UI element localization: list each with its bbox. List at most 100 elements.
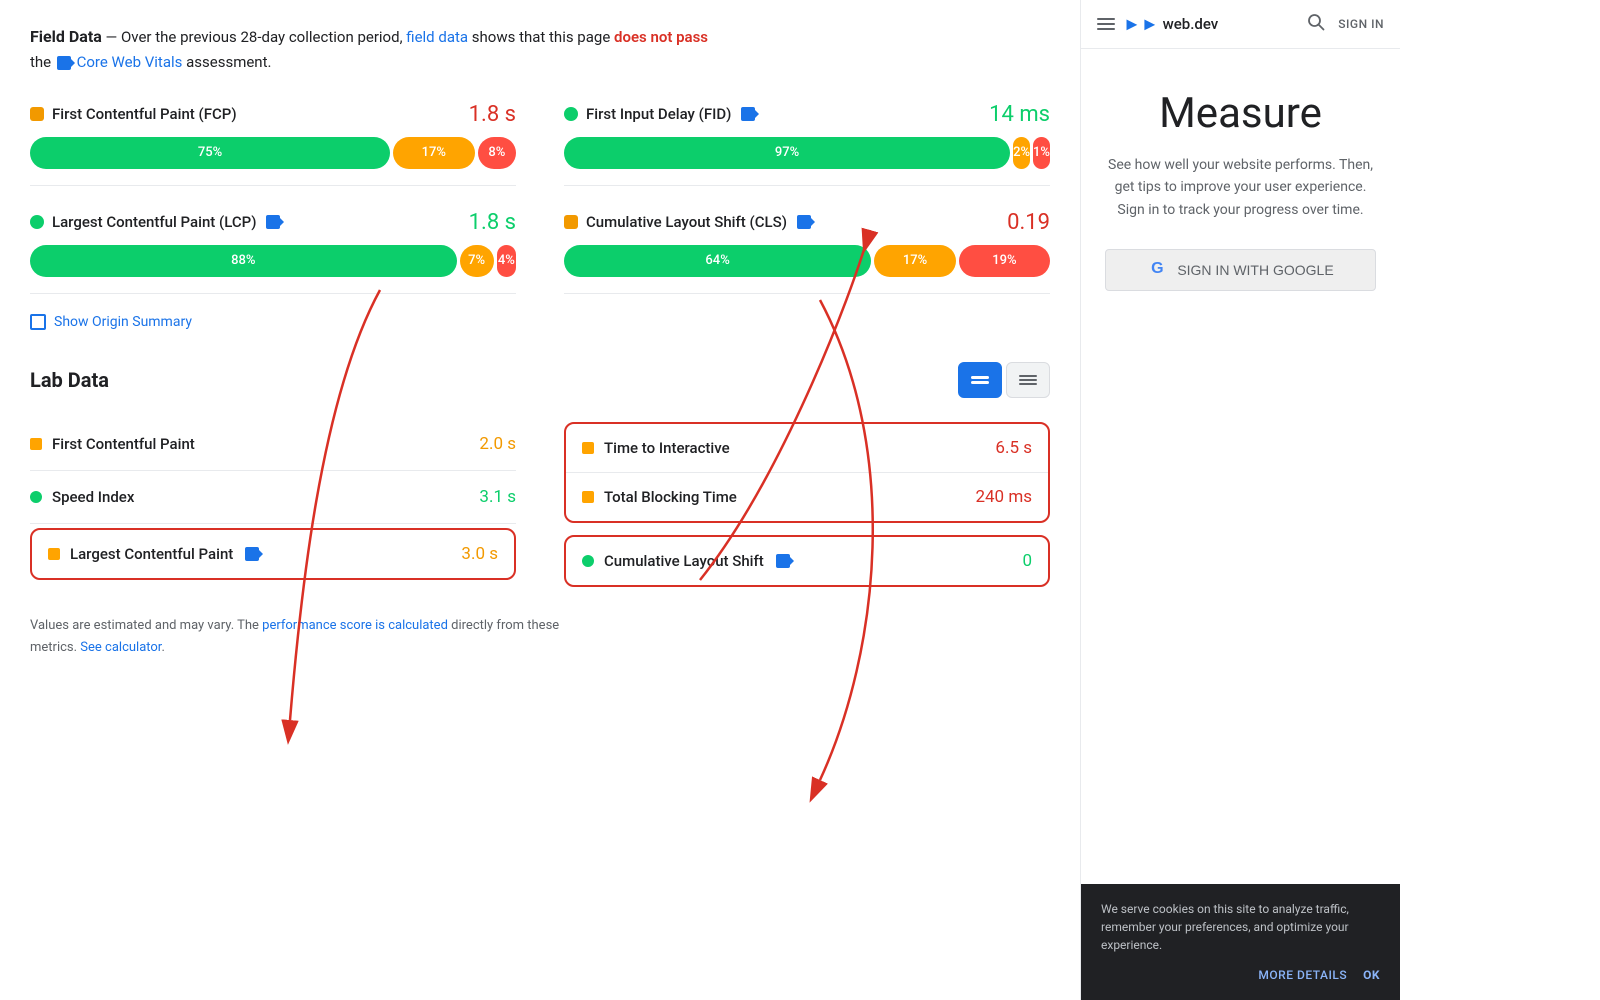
measure-desc: See how well your website performs. Then… [1105,154,1376,221]
metric-title-fcp: First Contentful Paint (FCP) [30,105,237,123]
cookie-ok-button[interactable]: OK [1363,966,1380,984]
lab-lcp-value: 3.0 s [461,544,498,564]
cls-seg-orange: 17% [874,245,956,277]
sidebar-topbar-right: SIGN IN [1306,12,1384,36]
sidebar: ►► web.dev SIGN IN Measure See how well … [1080,0,1400,1000]
origin-summary-label[interactable]: Show Origin Summary [54,314,192,330]
fid-icon [564,107,578,121]
perf-score-link[interactable]: performance score is calculated [262,618,448,633]
header-description-middle: shows that this page [472,28,611,46]
field-data-link[interactable]: field data [406,28,468,46]
fcp-seg-green: 75% [30,137,390,169]
google-signin-button[interactable]: G SIGN IN WITH GOOGLE [1105,249,1376,291]
lab-lcp-left: Largest Contentful Paint [48,545,261,563]
lab-fcp-icon [30,438,42,450]
metric-card-fid: First Input Delay (FID) 14 ms 97% 2% 1% [564,102,1050,186]
lab-metrics-grid: First Contentful Paint 2.0 s Speed Index… [30,418,1050,591]
metric-title-lcp: Largest Contentful Paint (LCP) [30,213,282,231]
cls-value: 0.19 [1007,210,1050,235]
field-metrics-grid: First Contentful Paint (FCP) 1.8 s 75% 1… [30,102,1050,294]
cls-seg-green: 64% [564,245,871,277]
header-description-end: assessment. [186,53,271,71]
metric-card-fcp: First Contentful Paint (FCP) 1.8 s 75% 1… [30,102,516,186]
lcp-icon [30,215,44,229]
cwv-link[interactable]: Core Web Vitals [77,53,183,71]
lcp-seg-red: 4% [497,245,516,277]
field-data-header: Field Data — Over the previous 28-day co… [30,24,1050,74]
footer-note: Values are estimated and may vary. The p… [30,615,1050,659]
hamburger-line-2 [1097,23,1115,25]
lab-tbt-icon [582,491,594,503]
cookie-more-details-button[interactable]: MORE DETAILS [1258,966,1347,984]
hamburger-line-3 [1097,28,1115,30]
lab-data-section: Lab Data [30,362,1050,591]
hamburger-icon[interactable] [1097,18,1115,30]
footer-note3: metrics. [30,640,77,655]
search-icon[interactable] [1306,12,1326,36]
lcp-progress-bar: 88% 7% 4% [30,245,516,277]
metric-card-lcp: Largest Contentful Paint (LCP) 1.8 s 88%… [30,210,516,294]
google-g-icon: G [1147,260,1167,280]
lab-tbt-value: 240 ms [975,487,1032,507]
lcp-seg-orange: 7% [460,245,494,277]
webdev-arrow-icon: ►► [1123,14,1159,35]
lab-metric-tti: Time to Interactive 6.5 s [566,424,1048,473]
lab-tbt-label: Total Blocking Time [604,488,737,506]
fcp-progress-bar: 75% 17% 8% [30,137,516,169]
lab-fcp-left: First Contentful Paint [30,435,195,453]
footer-note2: directly from these [451,618,559,633]
cookie-actions: MORE DETAILS OK [1101,966,1380,984]
fcp-seg-red: 8% [478,137,516,169]
lab-metric-cls-highlighted: Cumulative Layout Shift 0 [564,535,1050,587]
lab-metric-fcp: First Contentful Paint 2.0 s [30,418,516,471]
header-description-prefix: — Over the previous 28-day collection pe… [106,28,403,46]
webdev-logo-text: web.dev [1163,15,1219,33]
fid-seg-orange: 2% [1013,137,1030,169]
fcp-value: 1.8 s [469,102,516,127]
sidebar-topbar-left: ►► web.dev [1097,14,1218,35]
footer-note-text: Values are estimated and may vary. The [30,618,259,633]
lab-right-col: Time to Interactive 6.5 s Total Blocking… [564,418,1050,591]
origin-summary-row[interactable]: Show Origin Summary [30,314,1050,330]
fid-seg-green: 97% [564,137,1010,169]
fcp-icon [30,107,44,121]
origin-summary-checkbox[interactable] [30,314,46,330]
lab-data-title: Lab Data [30,368,109,392]
view-toggle [958,362,1050,398]
metric-title-fid: First Input Delay (FID) [564,105,757,123]
lab-si-value: 3.1 s [479,487,516,507]
cls-icon [564,215,578,229]
fid-progress-bar: 97% 2% 1% [564,137,1050,169]
hamburger-line-1 [1097,18,1115,20]
metric-header-lcp: Largest Contentful Paint (LCP) 1.8 s [30,210,516,235]
fid-value: 14 ms [989,102,1050,127]
lab-tti-icon [582,442,594,454]
webdev-logo[interactable]: ►► web.dev [1123,14,1218,35]
lab-cls-value: 0 [1022,551,1032,571]
lab-metric-tbt: Total Blocking Time 240 ms [566,473,1048,521]
toggle-btn-bar[interactable] [958,362,1002,398]
lab-metric-cls: Cumulative Layout Shift 0 [582,551,1032,571]
cookie-banner: We serve cookies on this site to analyze… [1081,884,1400,1000]
calculator-link[interactable]: See calculator [80,640,161,655]
cwv-flag-icon [57,56,71,70]
metric-card-cls: Cumulative Layout Shift (CLS) 0.19 64% 1… [564,210,1050,294]
metric-header-fcp: First Contentful Paint (FCP) 1.8 s [30,102,516,127]
lab-cls-flag-icon [776,554,790,568]
lab-left-col: First Contentful Paint 2.0 s Speed Index… [30,418,516,591]
fcp-label: First Contentful Paint (FCP) [52,105,237,123]
lab-si-left: Speed Index [30,488,134,506]
lab-cls-icon [582,555,594,567]
lab-si-label: Speed Index [52,488,134,506]
lab-si-icon [30,491,42,503]
sidebar-topbar: ►► web.dev SIGN IN [1081,0,1400,49]
metric-title-cls: Cumulative Layout Shift (CLS) [564,213,813,231]
toggle-btn-list[interactable] [1006,362,1050,398]
lab-tti-value: 6.5 s [995,438,1032,458]
lcp-seg-green: 88% [30,245,457,277]
cls-flag-icon [797,215,811,229]
lab-lcp-flag-icon [245,547,259,561]
fcp-seg-orange: 17% [393,137,475,169]
sign-in-button[interactable]: SIGN IN [1338,17,1384,31]
lab-fcp-label: First Contentful Paint [52,435,195,453]
